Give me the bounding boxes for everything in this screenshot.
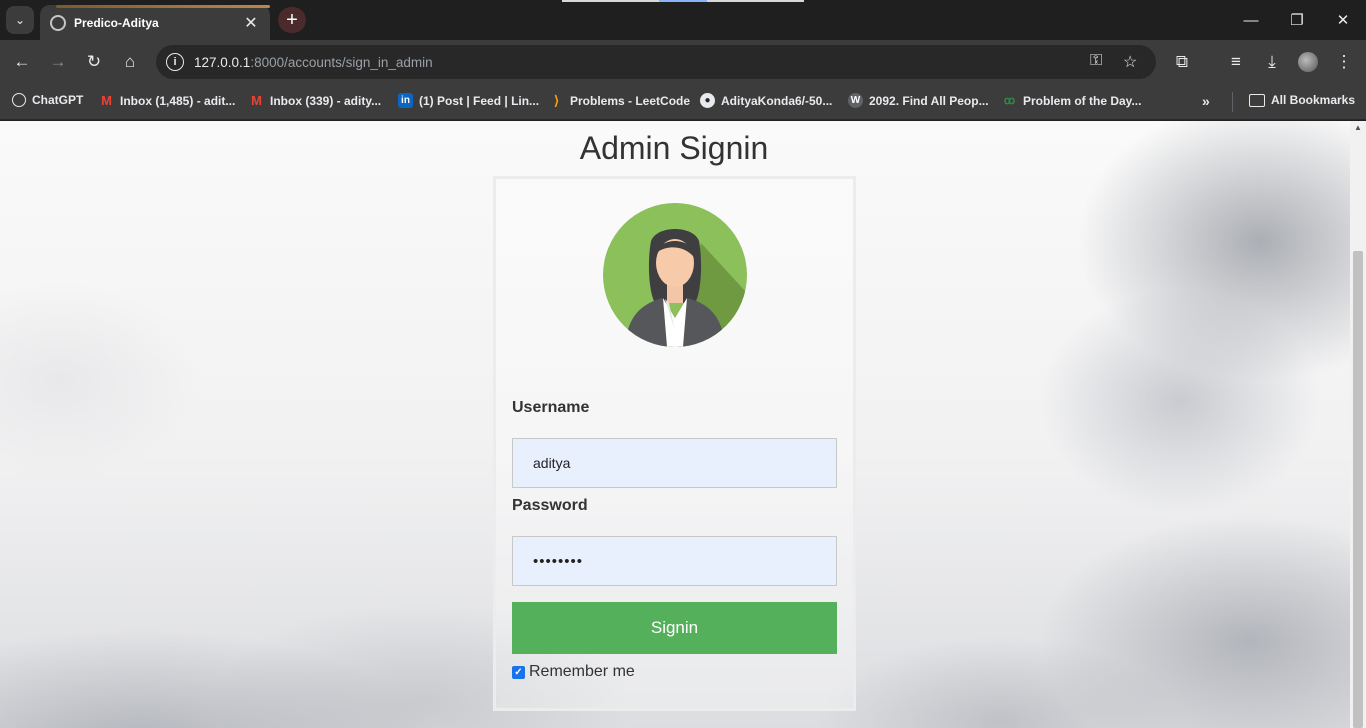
scrollbar-thumb[interactable]	[1353, 251, 1363, 728]
folder-icon	[1249, 93, 1265, 107]
restore-icon: ❐	[1290, 12, 1304, 29]
username-input[interactable]	[512, 438, 837, 488]
minimize-button[interactable]: —	[1228, 0, 1274, 40]
linkedin-icon: in	[398, 93, 413, 108]
home-button[interactable]: ⌂	[116, 48, 144, 76]
avatar	[1298, 52, 1318, 72]
chatgpt-icon	[12, 93, 26, 107]
bookmark-gmail-2[interactable]: M Inbox (339) - adity...	[249, 93, 381, 108]
key-icon[interactable]: ⚿	[1090, 52, 1102, 70]
gfg-icon: ꝏ	[1003, 95, 1016, 107]
chevron-down-icon: ⌄	[14, 13, 26, 27]
profile-button[interactable]	[1294, 48, 1322, 76]
bookmark-find-all-people[interactable]: W 2092. Find All Peop...	[848, 93, 989, 108]
media-button[interactable]: ≡	[1222, 48, 1250, 76]
reload-button[interactable]: ↻	[80, 48, 108, 76]
extensions-button[interactable]: ⧉	[1168, 48, 1196, 76]
bookmarks-bar: ChatGPT M Inbox (1,485) - adit... M Inbo…	[0, 84, 1366, 120]
remember-me-checkbox[interactable]: ✓	[512, 665, 525, 679]
admin-avatar	[603, 203, 747, 347]
bookmark-gfg[interactable]: ꝏ Problem of the Day...	[1002, 93, 1142, 108]
bookmark-label: Problems - LeetCode	[570, 93, 691, 108]
tab-group-accent	[56, 5, 270, 8]
github-icon: ●	[700, 93, 715, 108]
bookmark-leetcode[interactable]: ⟩ Problems - LeetCode	[549, 93, 690, 108]
bookmark-label: 2092. Find All Peop...	[869, 93, 989, 108]
forward-button[interactable]: →	[44, 48, 72, 76]
more-vert-icon: ⋮	[1335, 52, 1353, 71]
info-icon[interactable]: i	[166, 53, 184, 71]
active-tab[interactable]: Predico-Aditya ✕	[40, 5, 270, 40]
back-button[interactable]: ←	[8, 48, 36, 76]
downloads-button[interactable]: ⤓	[1258, 48, 1286, 76]
restore-button[interactable]: ❐	[1274, 0, 1320, 40]
bookmark-label: (1) Post | Feed | Lin...	[419, 93, 540, 108]
signin-button[interactable]: Signin	[512, 602, 837, 654]
page-viewport: Admin Signin Username Password •••••••• …	[0, 121, 1350, 728]
minimize-icon: —	[1243, 11, 1259, 29]
bookmarks-divider	[1232, 92, 1233, 112]
url-host: 127.0.0.1	[194, 54, 251, 70]
password-label: Password	[512, 497, 588, 514]
address-bar[interactable]: i 127.0.0.1:8000/accounts/sign_in_admin …	[156, 45, 1156, 79]
leetcode-icon: ⟩	[553, 92, 560, 108]
bookmark-linkedin[interactable]: in (1) Post | Feed | Lin...	[398, 93, 539, 108]
remember-me-row: ✓ Remember me	[512, 663, 635, 681]
signin-card: Username Password •••••••• Signin ✓ Reme…	[493, 176, 856, 711]
close-window-button[interactable]: ✕	[1320, 0, 1366, 40]
playlist-icon: ≡	[1231, 52, 1241, 71]
star-icon[interactable]: ☆	[1123, 52, 1137, 72]
url-path: :8000/accounts/sign_in_admin	[250, 54, 433, 70]
close-icon[interactable]: ✕	[242, 13, 260, 33]
gmail-icon: M	[101, 93, 112, 108]
menu-button[interactable]: ⋮	[1330, 48, 1358, 76]
puzzle-icon: ⧉	[1175, 52, 1189, 71]
page-title-text: Admin Signin	[579, 130, 769, 166]
gmail-icon: M	[251, 93, 262, 108]
plus-icon: +	[286, 8, 298, 31]
page-title: Admin Signin	[0, 130, 1350, 167]
arrow-left-icon: ←	[13, 52, 31, 71]
home-icon: ⌂	[124, 52, 136, 71]
chevron-double-right-icon: »	[1202, 93, 1210, 109]
url-text[interactable]: 127.0.0.1:8000/accounts/sign_in_admin	[194, 55, 433, 70]
woman-avatar-icon	[625, 229, 747, 347]
tab-title: Predico-Aditya	[74, 15, 159, 30]
page-scrollbar[interactable]: ▲	[1350, 121, 1366, 728]
tab-strip: ⌄ Predico-Aditya ✕ + — ❐ ✕	[0, 0, 1366, 40]
close-icon: ✕	[1336, 12, 1350, 29]
bookmark-github[interactable]: ● AdityaKonda6/-50...	[700, 93, 832, 108]
browser-toolbar: ← → ↻ ⌂ i 127.0.0.1:8000/accounts/sign_i…	[0, 40, 1366, 84]
strip-indicator-active	[659, 0, 707, 2]
remember-me-label[interactable]: Remember me	[529, 663, 635, 681]
w-icon: W	[848, 93, 863, 108]
all-bookmarks-button[interactable]: All Bookmarks	[1249, 93, 1355, 107]
bookmark-gmail-1[interactable]: M Inbox (1,485) - adit...	[99, 93, 235, 108]
scroll-up-arrow-icon[interactable]: ▲	[1350, 123, 1366, 135]
bookmark-label: Inbox (339) - adity...	[270, 93, 382, 108]
tab-search-button[interactable]: ⌄	[6, 6, 34, 34]
arrow-right-icon: →	[49, 52, 67, 71]
new-tab-button[interactable]: +	[278, 7, 306, 33]
bookmark-chatgpt[interactable]: ChatGPT	[12, 93, 83, 107]
reload-icon: ↻	[86, 52, 102, 71]
bookmark-label: Problem of the Day...	[1023, 93, 1142, 108]
bookmark-label: Inbox (1,485) - adit...	[120, 93, 236, 108]
bookmarks-overflow-button[interactable]: »	[1202, 93, 1210, 109]
globe-icon	[50, 14, 66, 31]
bookmark-label: ChatGPT	[32, 93, 84, 107]
password-input[interactable]: ••••••••	[512, 536, 837, 586]
username-label: Username	[512, 399, 590, 416]
all-bookmarks-label: All Bookmarks	[1271, 93, 1356, 107]
bookmark-label: AdityaKonda6/-50...	[721, 93, 833, 108]
download-icon: ⤓	[1268, 52, 1276, 71]
